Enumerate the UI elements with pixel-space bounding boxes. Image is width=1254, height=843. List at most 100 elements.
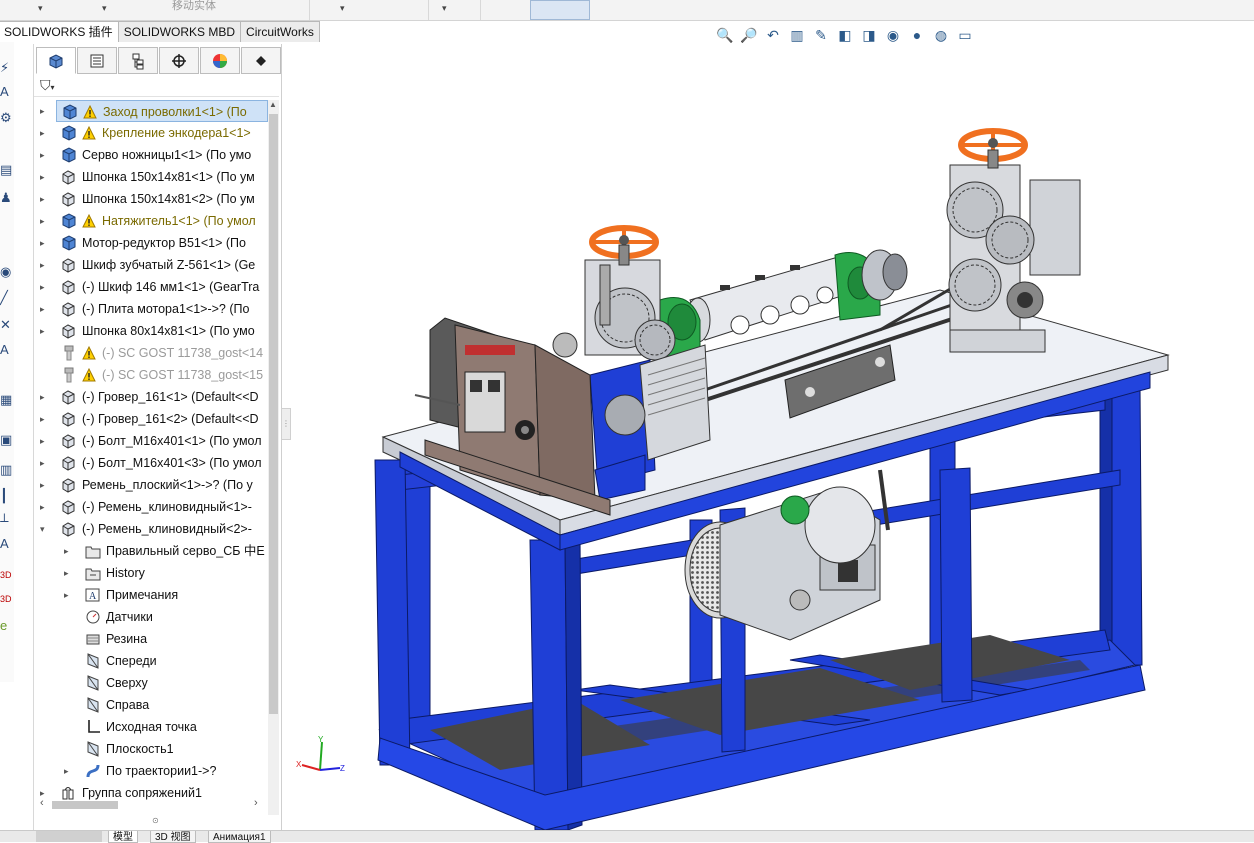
expand-arrow-icon[interactable]: ▸ [64,760,76,782]
expand-arrow-icon[interactable]: ▸ [40,232,52,254]
tree-item[interactable]: Сверху [80,672,268,694]
tree-item[interactable]: Спереди [80,650,268,672]
view-settings-icon[interactable]: ▭ [956,26,974,44]
extra-tab[interactable] [241,47,281,74]
expand-arrow-icon[interactable]: ▸ [40,188,52,210]
tool-icon[interactable]: ♟ [0,190,12,206]
expand-arrow-icon[interactable]: ▸ [40,100,52,122]
tab-solidworks-addins[interactable]: SOLIDWORKS 插件 [0,21,119,42]
display-manager-tab[interactable] [200,47,240,74]
expand-arrow-icon[interactable]: ▸ [40,254,52,276]
tool-icon[interactable]: ┃ [0,488,8,504]
tree-horizontal-scrollbar[interactable]: ‹ › [38,797,266,812]
tree-item[interactable]: Заход проволки1<1> (По [56,100,268,122]
scroll-right-icon[interactable]: › [254,797,258,809]
tree-item[interactable]: (-) Гровер_161<1> (Default<<D [56,386,268,408]
tree-item[interactable]: (-) Шкиф 146 мм1<1> (GearTra [56,276,268,298]
expand-arrow-icon[interactable]: ▸ [40,474,52,496]
expand-arrow-icon[interactable]: ▸ [40,430,52,452]
tool-icon[interactable]: ◉ [0,264,11,280]
view-orientation-icon[interactable]: ◧ [836,26,854,44]
tab-model[interactable]: 模型 [108,831,138,843]
tree-item[interactable]: (-) Гровер_161<2> (Default<<D [56,408,268,430]
section-view-icon[interactable]: ▥ [788,26,806,44]
ribbon-dropdown[interactable]: ▾ [38,3,43,14]
tree-item[interactable]: Шкиф зубчатый Z-561<1> (Ge [56,254,268,276]
expand-arrow-icon[interactable]: ▸ [40,298,52,320]
tree-item[interactable]: Справа [80,694,268,716]
tab-circuitworks[interactable]: CircuitWorks [240,21,320,42]
property-manager-tab[interactable] [77,47,117,74]
display-style-icon[interactable]: ◨ [860,26,878,44]
ribbon-dropdown[interactable]: ▾ [340,3,345,14]
tree-item[interactable]: Серво ножницы1<1> (По умо [56,144,268,166]
configuration-manager-tab[interactable] [118,47,158,74]
expand-arrow-icon[interactable]: ▸ [40,496,52,518]
tool-icon[interactable]: ✕ [0,317,11,333]
move-body-button[interactable]: 移动实体 [172,0,216,13]
tree-item[interactable]: Ремень_плоский<1>->? (По у [56,474,268,496]
tree-item[interactable]: Натяжитель1<1> (По умол [56,210,268,232]
apply-scene-icon[interactable]: ◍ [932,26,950,44]
expand-arrow-icon[interactable]: ▸ [40,144,52,166]
tool-icon[interactable]: 3D [0,594,12,604]
tree-item[interactable]: (-) Болт_M16x401<1> (По умол [56,430,268,452]
filter-icon[interactable]: ⛉▾ [40,77,55,94]
tool-icon[interactable]: A [0,342,9,357]
tree-item[interactable]: Шпонка 150x14x81<2> (По ум [56,188,268,210]
tree-item[interactable]: Мотор-редуктор B51<1> (По [56,232,268,254]
expand-arrow-icon[interactable]: ▸ [40,320,52,342]
ribbon-active-button[interactable] [530,0,590,20]
tool-icon[interactable]: ⟂ [0,510,9,526]
tool-icon[interactable]: ▣ [0,432,12,448]
expand-arrow-icon[interactable]: ▸ [64,584,76,606]
tree-vertical-scrollbar[interactable]: ▲ [268,100,279,815]
expand-arrow-icon[interactable]: ▸ [64,540,76,562]
previous-view-icon[interactable]: ↶ [764,26,782,44]
tree-item[interactable]: (-) Ремень_клиновидный<2>- [56,518,268,540]
tool-icon[interactable]: ▤ [0,162,12,178]
tab-solidworks-mbd[interactable]: SOLIDWORKS MBD [117,21,242,42]
tree-item[interactable]: A Примечания [80,584,268,606]
panel-collapse-icon[interactable]: ⊙ [152,816,159,825]
tree-item[interactable]: (-) Ремень_клиновидный<1>- [56,496,268,518]
tab-scroll-arrows[interactable] [36,831,102,842]
tree-item[interactable]: Резина [80,628,268,650]
tree-item[interactable]: Исходная точка [80,716,268,738]
tool-icon[interactable]: A [0,536,9,551]
expand-arrow-icon[interactable]: ▸ [40,452,52,474]
ribbon-dropdown[interactable]: ▾ [102,3,107,14]
tree-item[interactable]: Правильный серво_СБ 中E [80,540,268,562]
tree-item[interactable]: (-) Болт_M16x401<3> (По умол [56,452,268,474]
collapse-arrow-icon[interactable]: ▾ [40,518,52,540]
tree-item[interactable]: History [80,562,268,584]
expand-arrow-icon[interactable]: ▸ [64,562,76,584]
tree-item[interactable]: (-) Плита мотора1<1>->? (По [56,298,268,320]
dynamic-annotation-icon[interactable]: ✎ [812,26,830,44]
tree-item[interactable]: Крепление энкодера1<1> [56,122,268,144]
tool-icon[interactable]: ⚙ [0,110,12,126]
tab-animation[interactable]: Анимация1 [208,831,271,843]
graphics-viewport[interactable]: Y X Z [290,50,1254,830]
tool-icon[interactable]: ⚡ [0,60,9,76]
zoom-to-fit-icon[interactable]: 🔍 [716,26,734,44]
expand-arrow-icon[interactable]: ▸ [40,386,52,408]
tree-item[interactable]: Шпонка 80x14x81<1> (По умо [56,320,268,342]
hide-show-items-icon[interactable]: ◉ [884,26,902,44]
edit-appearance-icon[interactable]: ● [908,26,926,44]
tool-icon[interactable]: ╱ [0,290,8,306]
tree-item[interactable]: Плоскость1 [80,738,268,760]
tool-icon[interactable]: e [0,618,7,633]
scrollbar-thumb[interactable] [52,801,118,809]
tree-item[interactable]: По траектории1->? [80,760,268,782]
scrollbar-thumb[interactable] [269,114,278,714]
dimxpert-tab[interactable] [159,47,199,74]
tree-item[interactable]: Шпонка 150x14x81<1> (По ум [56,166,268,188]
expand-arrow-icon[interactable]: ▸ [40,210,52,232]
expand-arrow-icon[interactable]: ▸ [40,276,52,298]
expand-arrow-icon[interactable]: ▸ [40,408,52,430]
tool-icon[interactable]: A [0,84,9,99]
zoom-to-area-icon[interactable]: 🔎 [740,26,758,44]
tool-icon[interactable]: 3D [0,570,12,580]
feature-tree-tab[interactable] [36,47,76,74]
